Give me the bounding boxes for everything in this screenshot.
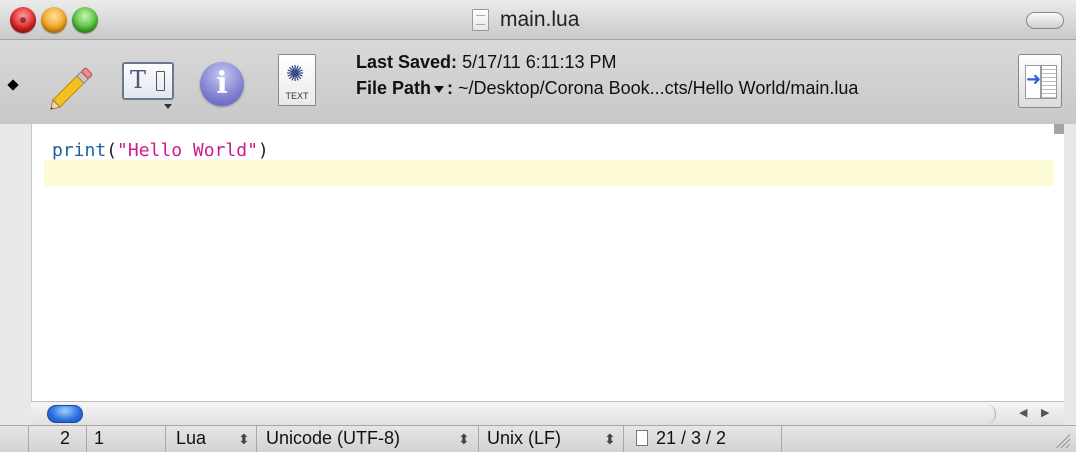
chevron-down-icon bbox=[164, 104, 172, 109]
text-options-icon: T bbox=[130, 66, 147, 94]
file-path-info[interactable]: File Path: ~/Desktop/Corona Book...cts/H… bbox=[356, 78, 858, 99]
code-paren-close: ) bbox=[257, 140, 269, 161]
code-editor[interactable]: print("Hello World") bbox=[31, 124, 1064, 401]
file-path-label[interactable]: File Path bbox=[356, 78, 431, 98]
minimize-button[interactable] bbox=[41, 7, 67, 33]
text-cursor-icon bbox=[156, 71, 165, 91]
zoom-button[interactable] bbox=[72, 7, 98, 33]
divider bbox=[86, 426, 87, 452]
document-icon[interactable] bbox=[472, 9, 489, 31]
divider bbox=[256, 426, 257, 452]
text-options-button[interactable]: T bbox=[122, 62, 174, 109]
toolbar-toggle-button[interactable] bbox=[1026, 12, 1064, 29]
line-endings-value: Unix (LF) bbox=[487, 428, 562, 448]
language-value: Lua bbox=[176, 428, 207, 448]
line-number[interactable]: 2 bbox=[60, 428, 70, 449]
page-lines-icon bbox=[1041, 65, 1057, 99]
window-title: main.lua bbox=[500, 8, 580, 31]
scroll-track-end bbox=[986, 404, 996, 424]
language-select[interactable]: Lua bbox=[176, 428, 206, 449]
divider bbox=[478, 426, 479, 452]
last-saved-label: Last Saved: bbox=[356, 52, 458, 72]
close-button[interactable] bbox=[10, 7, 36, 33]
code-string: "Hello World" bbox=[117, 140, 258, 161]
line-endings-select[interactable]: Unix (LF) bbox=[487, 428, 561, 449]
divider bbox=[781, 426, 782, 452]
encoding-value: Unicode (UTF-8) bbox=[266, 428, 401, 448]
code-line-1[interactable]: print("Hello World") bbox=[52, 140, 269, 161]
column-number[interactable]: 1 bbox=[94, 428, 104, 449]
arrow-right-icon: ➜ bbox=[1026, 69, 1042, 89]
current-line-highlight bbox=[44, 160, 1054, 186]
scroll-right-icon[interactable]: ▶ bbox=[1041, 406, 1049, 419]
document-stats-value: 21 / 3 / 2 bbox=[656, 428, 727, 448]
divider bbox=[165, 426, 166, 452]
file-path-separator: : bbox=[447, 78, 454, 98]
document-stats[interactable]: 21 / 3 / 2 bbox=[636, 428, 726, 449]
status-bar: 2 1 Lua ⬍ Unicode (UTF-8) ⬍ Unix (LF) ⬍ … bbox=[0, 425, 1076, 452]
resize-grip-icon[interactable] bbox=[1054, 432, 1070, 448]
page-icon bbox=[636, 430, 648, 446]
horizontal-scrollbar[interactable]: ◀ ▶ bbox=[31, 401, 1064, 425]
code-paren-open: ( bbox=[106, 140, 118, 161]
toolbar: T i ✺ TEXT Last Saved: 5/17/11 6:11:13 P… bbox=[0, 40, 1076, 124]
pencil-icon[interactable] bbox=[42, 58, 102, 118]
file-path-menu-icon[interactable] bbox=[434, 85, 445, 93]
last-saved-value: 5/17/11 6:11:13 PM bbox=[462, 52, 617, 72]
horizontal-scroll-thumb[interactable] bbox=[47, 405, 83, 423]
info-icon[interactable]: i bbox=[200, 62, 244, 106]
divider bbox=[623, 426, 624, 452]
encoding-updown-icon[interactable]: ⬍ bbox=[458, 431, 470, 448]
text-document-icon[interactable]: ✺ TEXT bbox=[278, 54, 316, 106]
title-bar: main.lua bbox=[0, 0, 1076, 40]
file-path-value: ~/Desktop/Corona Book...cts/Hello World/… bbox=[458, 78, 859, 98]
encoding-select[interactable]: Unicode (UTF-8) bbox=[266, 428, 400, 449]
divider bbox=[28, 426, 29, 452]
text-document-label: TEXT bbox=[285, 91, 309, 101]
vertical-scrollbar[interactable] bbox=[1054, 124, 1064, 134]
language-updown-icon[interactable]: ⬍ bbox=[238, 431, 250, 448]
scroll-left-icon[interactable]: ◀ bbox=[1019, 406, 1027, 419]
line-endings-updown-icon[interactable]: ⬍ bbox=[604, 431, 616, 448]
last-saved-info: Last Saved: 5/17/11 6:11:13 PM bbox=[356, 52, 617, 73]
navigate-button[interactable]: ➜ bbox=[1018, 54, 1062, 108]
code-function: print bbox=[52, 140, 107, 161]
unsaved-marker-icon bbox=[7, 79, 19, 91]
gear-icon: ✺ bbox=[286, 61, 305, 86]
